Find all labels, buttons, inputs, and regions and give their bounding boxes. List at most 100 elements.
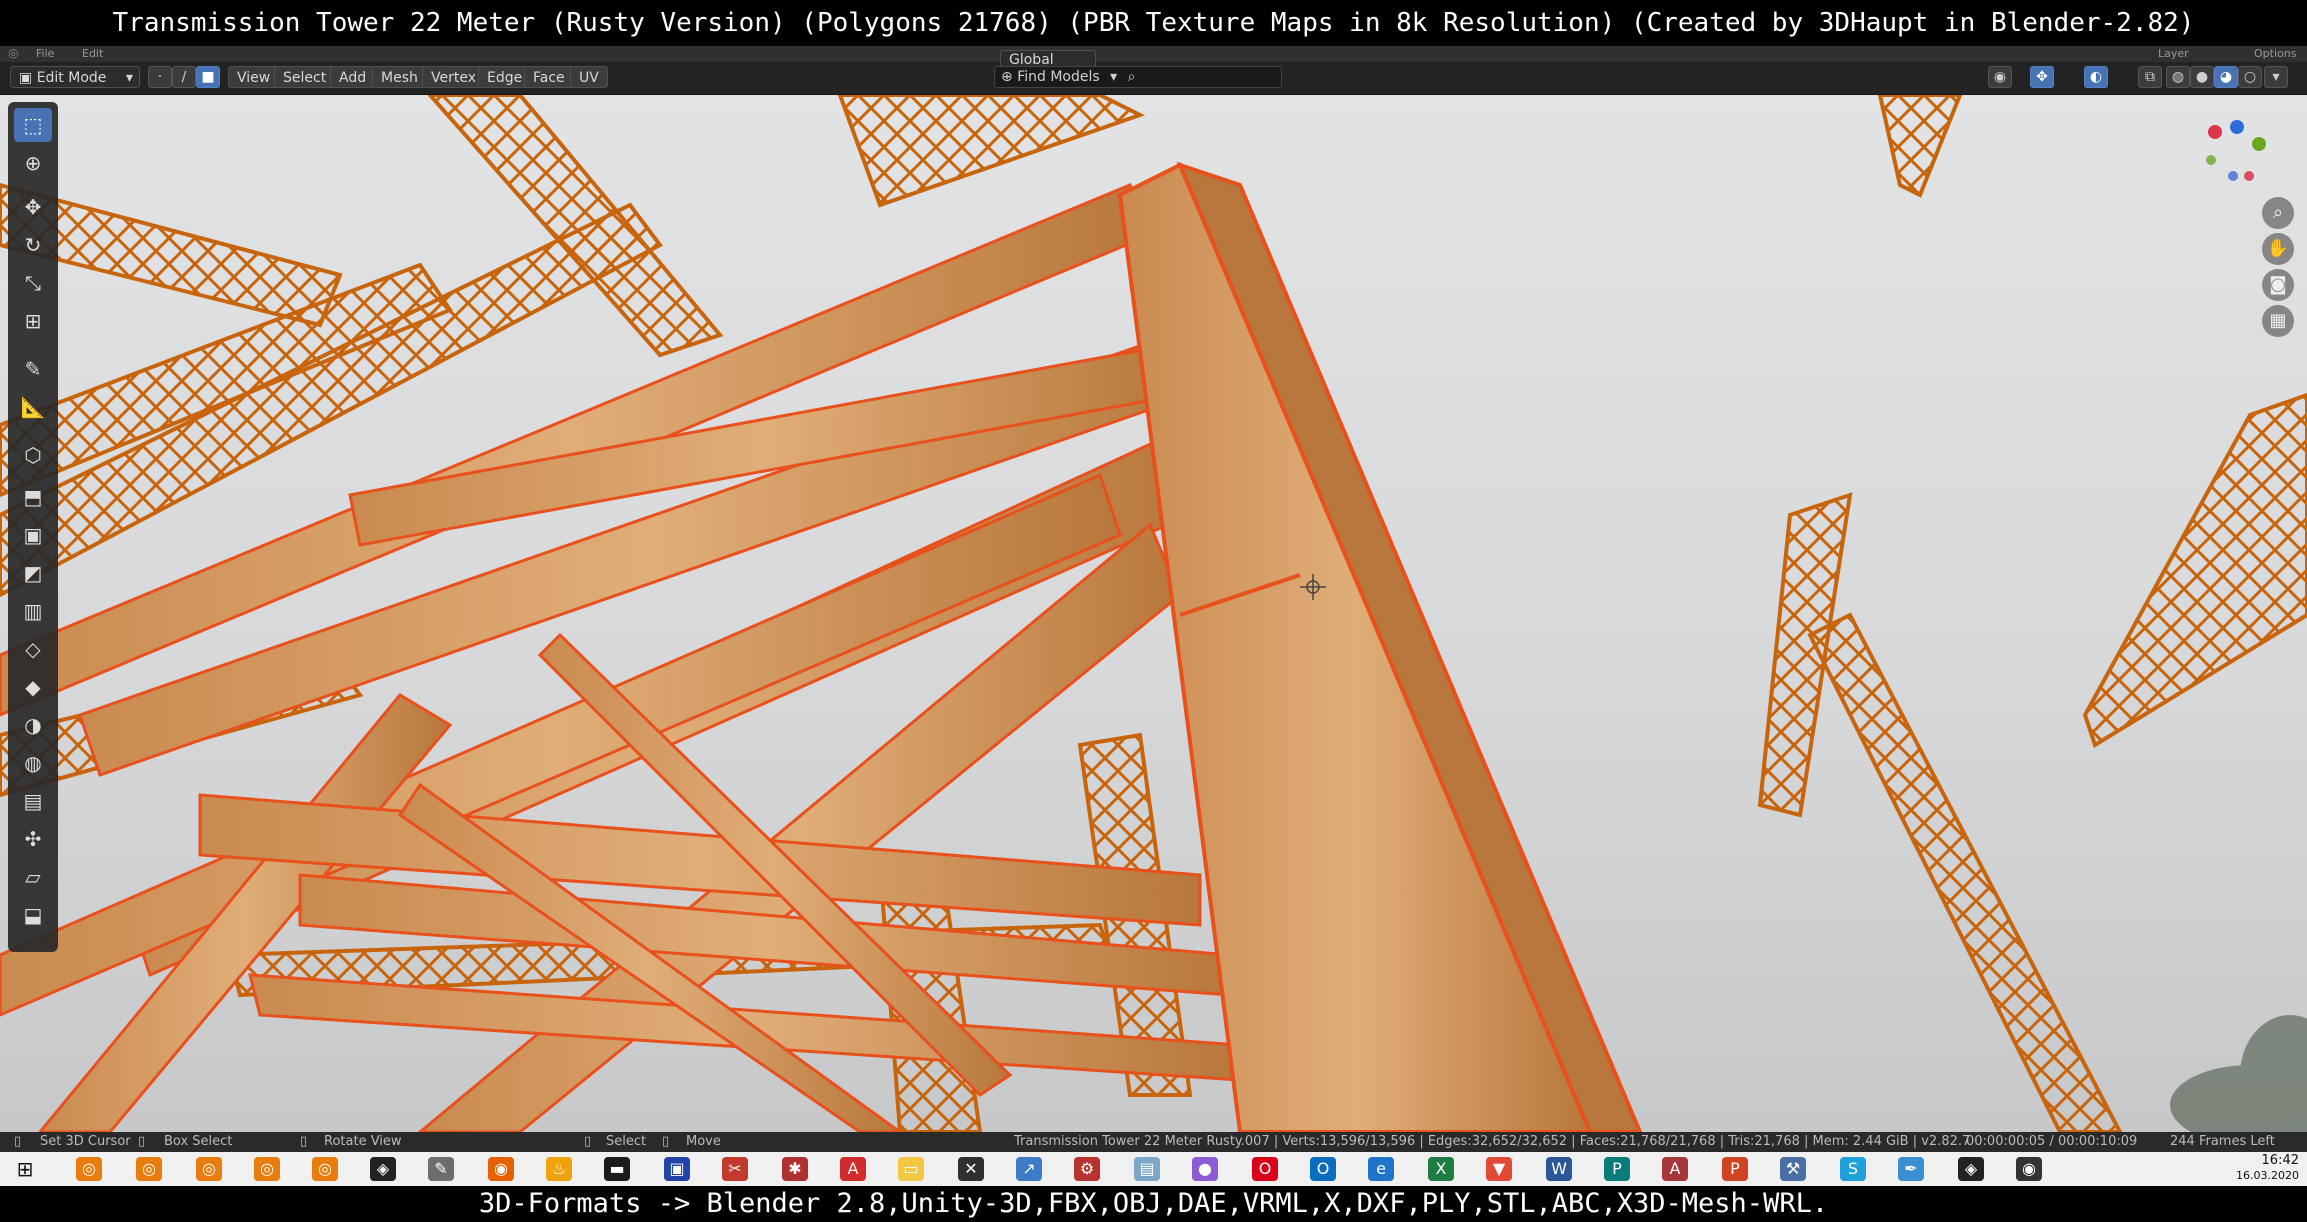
shading-material-icon[interactable]: ◕	[2214, 66, 2238, 88]
vpn-shield-icon[interactable]: ▼	[1486, 1157, 1512, 1181]
measure-tool-icon[interactable]: 📐	[14, 390, 52, 424]
find-models-select[interactable]: ⊕ Find Models ▾ ⌕	[994, 66, 1282, 88]
axis-navigation-gizmo[interactable]	[2200, 115, 2270, 185]
smooth-tool-icon[interactable]: ◍	[14, 746, 52, 780]
zoom-icon[interactable]: ⌕	[2262, 197, 2294, 229]
outlook-icon[interactable]: O	[1310, 1157, 1336, 1181]
publisher-icon[interactable]: P	[1604, 1157, 1630, 1181]
skype-icon[interactable]: S	[1840, 1157, 1866, 1181]
3d-viewport[interactable]: ⌕ ✋ ◙ ▦	[0, 95, 2307, 1132]
menu-uv[interactable]: UV	[570, 66, 608, 88]
shrink-fatten-tool-icon[interactable]: ✣	[14, 822, 52, 856]
pan-hand-icon[interactable]: ✋	[2262, 233, 2294, 265]
axis-z-icon[interactable]	[2230, 120, 2244, 134]
axis-x-icon[interactable]	[2208, 125, 2222, 139]
loop-cut-tool-icon[interactable]: ▥	[14, 594, 52, 628]
unity-hub-icon[interactable]: ◈	[1958, 1157, 1984, 1181]
word-icon[interactable]: W	[1546, 1157, 1572, 1181]
tools-app-icon[interactable]: ⚒	[1780, 1157, 1806, 1181]
notes-app-icon[interactable]: ▤	[1134, 1157, 1160, 1181]
chevron-down-icon[interactable]: ▾	[2264, 66, 2288, 88]
access-icon[interactable]: A	[1662, 1157, 1688, 1181]
edge-browser-icon[interactable]: e	[1368, 1157, 1394, 1181]
blender-app-icon[interactable]: ◎	[254, 1157, 280, 1181]
windows-start-icon[interactable]: ⊞	[12, 1157, 38, 1181]
unity-icon[interactable]: ◈	[370, 1157, 396, 1181]
menu-file[interactable]: File	[36, 47, 54, 60]
edge-slide-tool-icon[interactable]: ▤	[14, 784, 52, 818]
flame-app-icon[interactable]: ♨	[546, 1157, 572, 1181]
visibility-icon[interactable]: ◉	[1988, 66, 2012, 88]
poly-build-tool-icon[interactable]: ◆	[14, 670, 52, 704]
firefox-icon[interactable]: ◉	[488, 1157, 514, 1181]
xray-toggle-icon[interactable]: ⧉	[2138, 66, 2162, 88]
status-bar: ▯ Set 3D Cursor ▯ Box Select ▯ Rotate Vi…	[0, 1132, 2307, 1152]
pdf-icon[interactable]: A	[840, 1157, 866, 1181]
menu-view[interactable]: View	[228, 66, 280, 88]
transform-tool-icon[interactable]: ⊞	[14, 304, 52, 338]
perspective-grid-icon[interactable]: ▦	[2262, 305, 2294, 337]
powerpoint-icon[interactable]: P	[1722, 1157, 1748, 1181]
menu-layer[interactable]: Layer	[2158, 47, 2189, 60]
opera-icon[interactable]: O	[1252, 1157, 1278, 1181]
menu-face[interactable]: Face	[524, 66, 574, 88]
rotate-tool-icon[interactable]: ↻	[14, 228, 52, 262]
clock-time: 16:42	[2261, 1153, 2299, 1168]
menu-add[interactable]: Add	[330, 66, 376, 88]
obs-icon[interactable]: ◉	[2016, 1157, 2042, 1181]
options-button[interactable]: Options	[2254, 47, 2296, 60]
menu-select[interactable]: Select	[274, 66, 336, 88]
bevel-tool-icon[interactable]: ◩	[14, 556, 52, 590]
overlay-toggle-icon[interactable]: ◐	[2084, 66, 2108, 88]
network-app-icon[interactable]: ⚙	[1074, 1157, 1100, 1181]
scale-tool-icon[interactable]: ⤡	[14, 266, 52, 300]
menu-edit[interactable]: Edit	[82, 47, 103, 60]
move-tool-icon[interactable]: ✥	[14, 190, 52, 224]
edge-select-mode-button[interactable]: ∕	[172, 66, 196, 88]
vector-app-icon[interactable]: ✂	[722, 1157, 748, 1181]
folder-icon[interactable]: ▭	[898, 1157, 924, 1181]
camera-icon[interactable]: ◙	[2262, 269, 2294, 301]
location-app-icon[interactable]: ●	[1192, 1157, 1218, 1181]
inset-tool-icon[interactable]: ▣	[14, 518, 52, 552]
excel-icon[interactable]: X	[1428, 1157, 1454, 1181]
rip-region-tool-icon[interactable]: ⬓	[14, 898, 52, 932]
shear-tool-icon[interactable]: ▱	[14, 860, 52, 894]
menu-vertex[interactable]: Vertex	[422, 66, 486, 88]
extrude-tool-icon[interactable]: ⬒	[14, 480, 52, 514]
annotate-tool-icon[interactable]: ✎	[14, 352, 52, 386]
axis-neg-y-icon[interactable]	[2206, 155, 2216, 165]
blender-app-icon[interactable]: ◎	[76, 1157, 102, 1181]
vertex-select-mode-button[interactable]: ·	[148, 66, 172, 88]
chart-app-icon[interactable]: ↗	[1016, 1157, 1042, 1181]
mode-select[interactable]: ▣ Edit Mode ▾	[10, 66, 140, 88]
gimp-icon[interactable]: ✎	[428, 1157, 454, 1181]
bug-app-icon[interactable]: ✱	[782, 1157, 808, 1181]
add-cube-tool-icon[interactable]: ⬡	[14, 438, 52, 472]
axis-neg-x-icon[interactable]	[2244, 171, 2254, 181]
save-disk-icon[interactable]: ▣	[664, 1157, 690, 1181]
xampp-icon[interactable]: ✕	[958, 1157, 984, 1181]
select-box-tool-icon[interactable]: ⬚	[14, 108, 52, 142]
blender-logo-icon[interactable]: ◎	[8, 46, 18, 60]
shading-solid-icon[interactable]: ●	[2190, 66, 2214, 88]
pen-app-icon[interactable]: ✒	[1898, 1157, 1924, 1181]
terminal-icon[interactable]: ▬	[604, 1157, 630, 1181]
spin-tool-icon[interactable]: ◑	[14, 708, 52, 742]
face-select-mode-button[interactable]: ■	[196, 66, 220, 88]
axis-neg-z-icon[interactable]	[2228, 171, 2238, 181]
blender-app-icon[interactable]: ◎	[312, 1157, 338, 1181]
knife-tool-icon[interactable]: ◇	[14, 632, 52, 666]
menu-mesh[interactable]: Mesh	[372, 66, 427, 88]
shading-rendered-icon[interactable]: ○	[2238, 66, 2262, 88]
tree-silhouette	[2170, 1015, 2307, 1132]
viewport-header: ▣ Edit Mode ▾ · ∕ ■ View Select Add Mesh…	[0, 50, 2307, 95]
blender-app-icon[interactable]: ◎	[136, 1157, 162, 1181]
mouse-left-icon: ▯	[14, 1134, 22, 1149]
system-clock[interactable]: 16:42 16.03.2020	[2236, 1153, 2299, 1183]
shading-wireframe-icon[interactable]: ◍	[2166, 66, 2190, 88]
gizmo-toggle-icon[interactable]: ✥	[2030, 66, 2054, 88]
cursor-tool-icon[interactable]: ⊕	[14, 146, 52, 180]
blender-app-icon[interactable]: ◎	[196, 1157, 222, 1181]
axis-y-icon[interactable]	[2252, 137, 2266, 151]
